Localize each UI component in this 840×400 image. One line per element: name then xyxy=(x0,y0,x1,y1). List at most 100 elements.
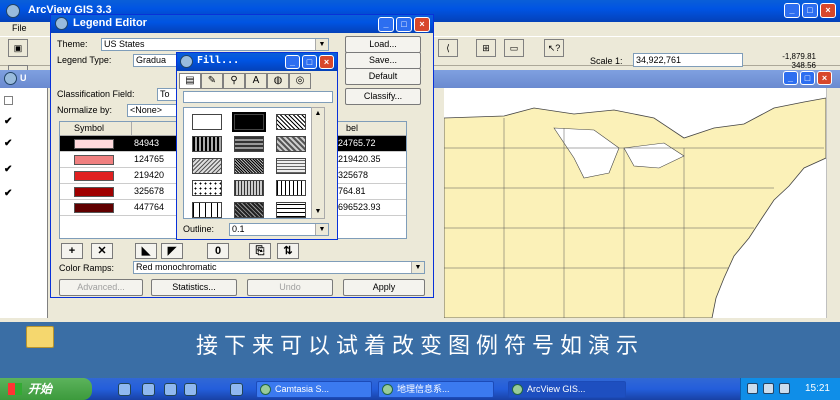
pattern-swatch[interactable] xyxy=(234,202,264,218)
pen-palette-tab-icon[interactable]: ✎ xyxy=(201,73,223,89)
range-label[interactable]: 696523.93 xyxy=(338,202,381,212)
palette-manager-tab-icon[interactable]: ◎ xyxy=(289,73,311,89)
pattern-swatch[interactable] xyxy=(192,136,222,152)
copy-icon[interactable]: ⎘ xyxy=(249,243,271,259)
pattern-scrollbar[interactable]: ▲ ▼ xyxy=(311,107,325,219)
map-scrollbar[interactable] xyxy=(826,88,840,318)
fp-maximize-button[interactable]: □ xyxy=(302,55,317,69)
start-button[interactable]: 开始 xyxy=(0,378,92,400)
range-value[interactable]: 447764 xyxy=(134,202,164,212)
pattern-swatch[interactable] xyxy=(234,180,264,196)
view-minimize-button[interactable]: _ xyxy=(783,71,798,85)
theme-select[interactable]: US States ▼ xyxy=(101,38,329,51)
default-button[interactable]: Default xyxy=(345,68,421,85)
tray-icon[interactable] xyxy=(747,383,758,394)
symbol-swatch[interactable] xyxy=(74,171,114,181)
quicklaunch-desktop-icon[interactable] xyxy=(184,383,197,396)
reverse-button[interactable]: 0 xyxy=(207,243,229,259)
zoom-layer-icon[interactable]: ▭ xyxy=(504,39,524,57)
add-row-icon[interactable]: + xyxy=(61,243,83,259)
scroll-down-icon[interactable]: ▼ xyxy=(313,207,323,217)
range-value[interactable]: 124765 xyxy=(134,154,164,164)
pattern-swatch[interactable] xyxy=(276,180,306,196)
scale-input[interactable]: 34,922,761 xyxy=(633,53,743,67)
undo-button[interactable]: Undo xyxy=(247,279,333,296)
sort-icon[interactable]: ⇅ xyxy=(277,243,299,259)
outline-select[interactable]: 0.1 ▼ xyxy=(229,223,329,236)
pattern-swatch[interactable] xyxy=(192,180,222,196)
fill-palette-tab-icon[interactable]: ▤ xyxy=(179,73,201,89)
layer-checkbox[interactable]: ✔ xyxy=(4,116,14,127)
pattern-swatch[interactable] xyxy=(192,114,222,130)
legend-type-select[interactable]: Gradua xyxy=(133,54,179,67)
pattern-swatch[interactable] xyxy=(276,158,306,174)
quicklaunch-app-icon[interactable] xyxy=(164,383,177,396)
task-gis-doc[interactable]: 地理信息系... xyxy=(378,381,494,398)
ramp-down-icon[interactable]: ◤ xyxy=(161,243,183,259)
pattern-swatch[interactable] xyxy=(192,202,222,218)
help-cursor-icon[interactable]: ↖? xyxy=(544,39,564,57)
font-palette-tab-icon[interactable]: A xyxy=(245,73,267,89)
fill-palette-title-bar[interactable]: Fill... _ □ × xyxy=(177,53,337,71)
symbol-swatch[interactable] xyxy=(74,139,114,149)
pattern-swatch[interactable] xyxy=(276,114,306,130)
zoom-extent-icon[interactable]: ⊞ xyxy=(476,39,496,57)
quicklaunch-ie-icon[interactable] xyxy=(118,383,131,396)
range-value[interactable]: 84943 xyxy=(134,138,159,148)
statistics-button[interactable]: Statistics... xyxy=(151,279,237,296)
fp-minimize-button[interactable]: _ xyxy=(285,55,300,69)
quicklaunch-extra-icon[interactable] xyxy=(230,383,243,396)
label-column-header[interactable]: bel xyxy=(332,122,406,136)
pattern-swatch[interactable] xyxy=(232,112,266,132)
maximize-button[interactable]: □ xyxy=(802,3,818,18)
le-close-button[interactable]: × xyxy=(414,17,430,32)
pattern-swatch[interactable] xyxy=(234,136,264,152)
layer-checkbox[interactable]: ✔ xyxy=(4,164,14,175)
task-camtasia[interactable]: Camtasia S... xyxy=(256,381,372,398)
volume-icon[interactable] xyxy=(779,383,790,394)
map-canvas[interactable] xyxy=(444,88,826,318)
range-label[interactable]: 764.81 xyxy=(338,186,366,196)
save-project-icon[interactable]: ▣ xyxy=(8,39,28,57)
range-label[interactable]: 219420.35 xyxy=(338,154,381,164)
layer-checkbox[interactable] xyxy=(4,96,13,105)
load-button[interactable]: Load... xyxy=(345,36,421,53)
pattern-swatch[interactable] xyxy=(192,158,222,174)
advanced-button[interactable]: Advanced... xyxy=(59,279,143,296)
quicklaunch-media-icon[interactable] xyxy=(142,383,155,396)
classify-button[interactable]: Classify... xyxy=(345,88,421,105)
tray-icon[interactable] xyxy=(763,383,774,394)
menu-file[interactable]: File xyxy=(12,23,27,33)
symbol-column-header[interactable]: Symbol xyxy=(60,122,132,136)
symbol-swatch[interactable] xyxy=(74,155,114,165)
range-value[interactable]: 325678 xyxy=(134,186,164,196)
symbol-swatch[interactable] xyxy=(74,203,114,213)
task-arcview[interactable]: ArcView GIS... xyxy=(508,381,626,398)
le-minimize-button[interactable]: _ xyxy=(378,17,394,32)
close-button[interactable]: × xyxy=(820,3,836,18)
pattern-swatch[interactable] xyxy=(276,136,306,152)
view-maximize-button[interactable]: □ xyxy=(800,71,815,85)
pan-icon[interactable]: ⟨ xyxy=(438,39,458,57)
color-ramps-select[interactable]: Red monochromatic ▼ xyxy=(133,261,425,274)
pattern-swatch[interactable] xyxy=(234,158,264,174)
apply-button[interactable]: Apply xyxy=(343,279,425,296)
layer-checkbox[interactable]: ✔ xyxy=(4,138,14,149)
range-label[interactable]: 24765.72 xyxy=(338,138,376,148)
fp-close-button[interactable]: × xyxy=(319,55,334,69)
scroll-up-icon[interactable]: ▲ xyxy=(313,109,323,119)
marker-palette-tab-icon[interactable]: ⚲ xyxy=(223,73,245,89)
normalize-select[interactable]: <None> xyxy=(127,104,179,117)
color-palette-tab-icon[interactable]: ◍ xyxy=(267,73,289,89)
save-button[interactable]: Save... xyxy=(345,52,421,69)
view-close-button[interactable]: × xyxy=(817,71,832,85)
delete-row-icon[interactable]: ✕ xyxy=(91,243,113,259)
legend-editor-title-bar[interactable]: Legend Editor _ □ × xyxy=(51,15,433,33)
ramp-up-icon[interactable]: ◣ xyxy=(135,243,157,259)
layer-checkbox[interactable]: ✔ xyxy=(4,188,14,199)
minimize-button[interactable]: _ xyxy=(784,3,800,18)
symbol-swatch[interactable] xyxy=(74,187,114,197)
range-value[interactable]: 219420 xyxy=(134,170,164,180)
pattern-swatch[interactable] xyxy=(276,202,306,218)
range-label[interactable]: 325678 xyxy=(338,170,368,180)
